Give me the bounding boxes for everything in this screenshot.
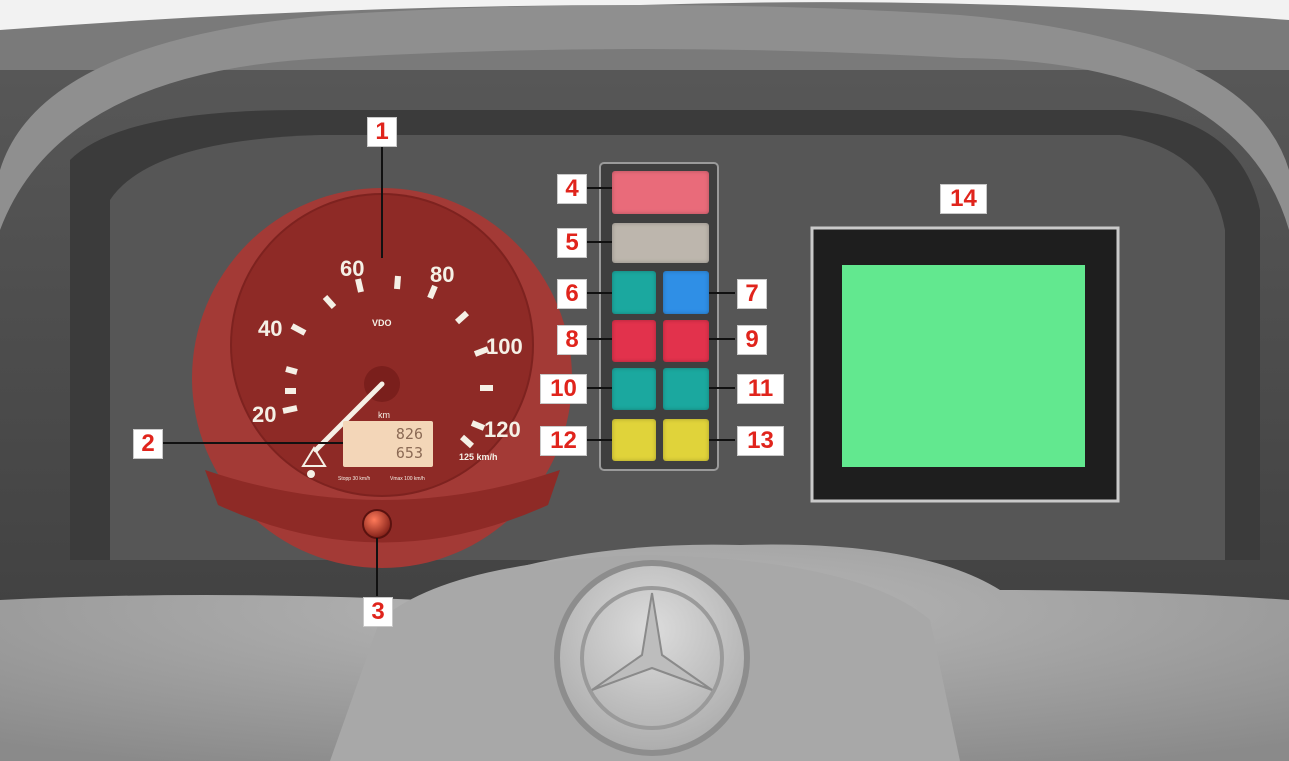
warning-lamp-8: [612, 320, 656, 362]
callout-10: 10: [540, 374, 587, 404]
callout-3: 3: [363, 597, 393, 627]
callout-5: 5: [557, 228, 587, 258]
speed-unit-label: 125 km/h: [459, 452, 498, 462]
odometer-total: 826: [395, 425, 423, 443]
trip-meter: 653: [395, 444, 423, 462]
info-display-screen: [842, 265, 1085, 467]
warning-lamp-4: [612, 171, 709, 214]
odometer-unit: km: [378, 410, 390, 420]
trip-reset-knob[interactable]: [362, 509, 392, 539]
warning-lamp-7: [663, 271, 709, 314]
warning-lamp-13: [663, 419, 709, 461]
callout-7: 7: [737, 279, 767, 309]
tick-label-40: 40: [258, 316, 282, 341]
warning-lamp-12: [612, 419, 656, 461]
callout-4: 4: [557, 174, 587, 204]
fine-print-right: Vmax 100 km/h: [390, 476, 425, 482]
odometer-display: 826 653: [343, 421, 433, 467]
warning-lamp-9: [663, 320, 709, 362]
warning-lamp-6: [612, 271, 656, 314]
callout-12: 12: [540, 426, 587, 456]
vdo-logo: VDO: [372, 318, 392, 328]
callout-6: 6: [557, 279, 587, 309]
callout-1: 1: [367, 117, 397, 147]
indicator-dot-icon: [307, 470, 315, 478]
callout-8: 8: [557, 325, 587, 355]
callout-2: 2: [133, 429, 163, 459]
warning-lamp-10: [612, 368, 656, 410]
callout-13: 13: [737, 426, 784, 456]
tick-label-100: 100: [486, 334, 523, 359]
tick-20: [282, 405, 298, 414]
tick-label-80: 80: [430, 262, 454, 287]
callout-9: 9: [737, 325, 767, 355]
callout-11: 11: [737, 374, 784, 404]
fine-print-left: Stopp 30 km/h: [338, 476, 370, 482]
tick-label-60: 60: [340, 256, 364, 281]
tick-label-120: 120: [484, 417, 521, 442]
warning-lamp-5: [612, 223, 709, 263]
callout-14: 14: [940, 184, 987, 214]
tick-label-20: 20: [252, 402, 276, 427]
warning-lamp-11: [663, 368, 709, 410]
